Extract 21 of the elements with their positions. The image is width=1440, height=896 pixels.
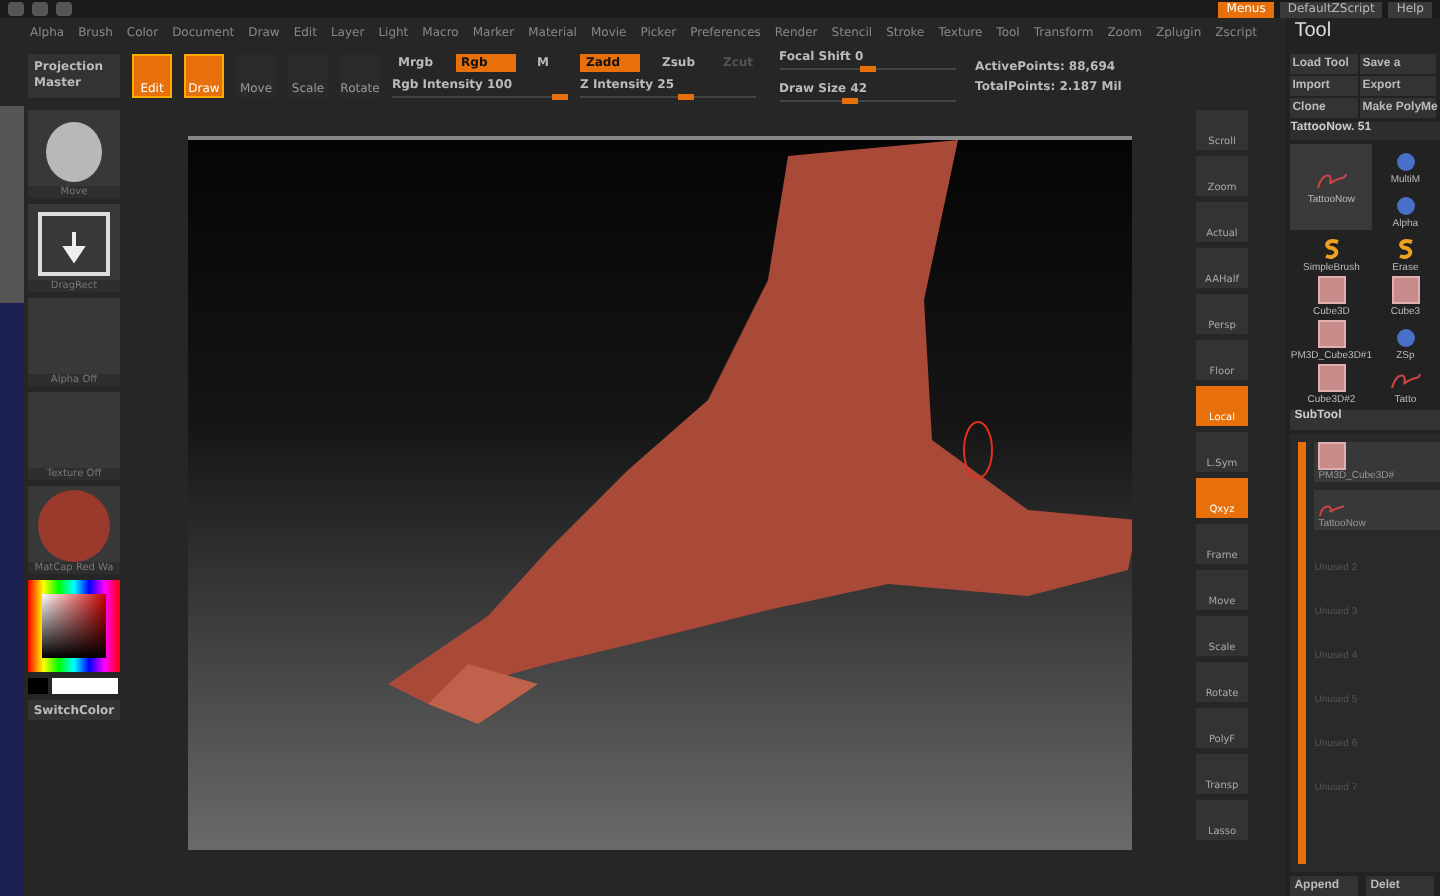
viewport-canvas[interactable] <box>188 136 1132 850</box>
curve-icon <box>1313 168 1350 192</box>
ball-icon <box>1395 328 1416 348</box>
cube-thumbnail <box>1317 276 1346 304</box>
s-shape-icon <box>1321 238 1342 260</box>
curve-icon <box>1387 368 1424 392</box>
scroll-bar[interactable] <box>1298 442 1307 864</box>
cube-thumbnail <box>1391 276 1420 304</box>
ball-icon <box>1395 152 1416 172</box>
cube-thumbnail <box>1317 320 1346 348</box>
color-swatch[interactable] <box>52 678 118 694</box>
ball-icon <box>1395 196 1416 216</box>
sphere-icon <box>36 488 112 564</box>
panel-title: Tool <box>1292 18 1334 46</box>
s-shape-icon <box>1395 238 1416 260</box>
brush-sphere-icon <box>44 116 104 184</box>
cube-thumbnail <box>1317 364 1346 392</box>
curve-icon <box>1318 502 1347 518</box>
color-picker[interactable] <box>28 580 120 672</box>
cube-thumbnail <box>1318 442 1347 470</box>
color-swatch[interactable] <box>28 678 48 694</box>
